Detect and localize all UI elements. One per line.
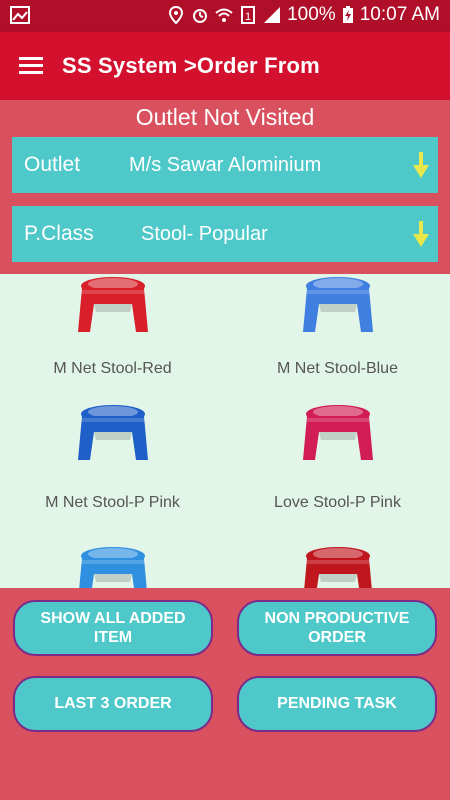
location-icon [169, 6, 184, 24]
stool-image [302, 277, 373, 332]
non-productive-order-button[interactable]: NON PRODUCTIVE ORDER [237, 600, 437, 656]
dropdown-arrow-icon [413, 152, 429, 178]
page-title: SS System >Order From [62, 53, 320, 78]
battery-charging-icon [342, 6, 353, 23]
product-name: Love Stool-P Pink [274, 494, 401, 511]
product-card[interactable]: Love Stool-P Pink [225, 402, 450, 522]
sim-icon: 1 [241, 6, 256, 24]
order-header-panel: Outlet Not Visited Outlet M/s Sawar Alom… [0, 100, 450, 274]
alarm-icon [193, 9, 208, 23]
hamburger-menu-icon[interactable] [0, 32, 62, 100]
product-card[interactable]: M Net Stool-Blue [225, 274, 450, 394]
stool-image [77, 405, 148, 460]
outlet-value: M/s Sawar Alominium [129, 153, 322, 176]
product-grid: M Net Stool-Red M Net Stool-Blue M Net S… [0, 274, 450, 588]
product-card[interactable]: M Net Stool-P Pink [0, 402, 225, 522]
signal-icon [264, 7, 281, 23]
pclass-value: Stool- Popular [141, 222, 268, 245]
last-3-order-button[interactable]: LAST 3 ORDER [13, 676, 213, 732]
show-all-added-item-button[interactable]: SHOW ALL ADDED ITEM [13, 600, 213, 656]
pending-task-button[interactable]: PENDING TASK [237, 676, 437, 732]
status-bar: 1 100% 10:07 AM [0, 0, 450, 32]
clock: 10:07 AM [359, 4, 440, 25]
app-bar: SS System >Order From [0, 32, 450, 100]
product-name: M Net Stool-Red [53, 360, 172, 377]
svg-text:1: 1 [245, 11, 251, 23]
stool-image [303, 547, 372, 588]
product-card[interactable] [225, 544, 450, 588]
product-card[interactable]: M Net Stool-Red [0, 274, 225, 394]
stool-image [302, 405, 373, 460]
product-name: M Net Stool-P Pink [45, 494, 180, 511]
outlet-dropdown[interactable]: Outlet M/s Sawar Alominium [12, 137, 438, 193]
battery-percent: 100% [287, 4, 336, 25]
dropdown-arrow-icon [413, 221, 429, 247]
image-icon [10, 6, 30, 24]
pclass-label: P.Class [24, 222, 94, 245]
stool-image [77, 277, 148, 332]
wifi-icon [215, 8, 233, 22]
outlet-label: Outlet [24, 153, 81, 176]
pclass-dropdown[interactable]: P.Class Stool- Popular [12, 206, 438, 262]
visit-status-text: Outlet Not Visited [135, 104, 315, 130]
product-card[interactable] [0, 544, 225, 588]
action-panel: SHOW ALL ADDED ITEM NON PRODUCTIVE ORDER… [0, 588, 450, 800]
stool-image [78, 547, 147, 588]
product-name: M Net Stool-Blue [277, 360, 398, 377]
